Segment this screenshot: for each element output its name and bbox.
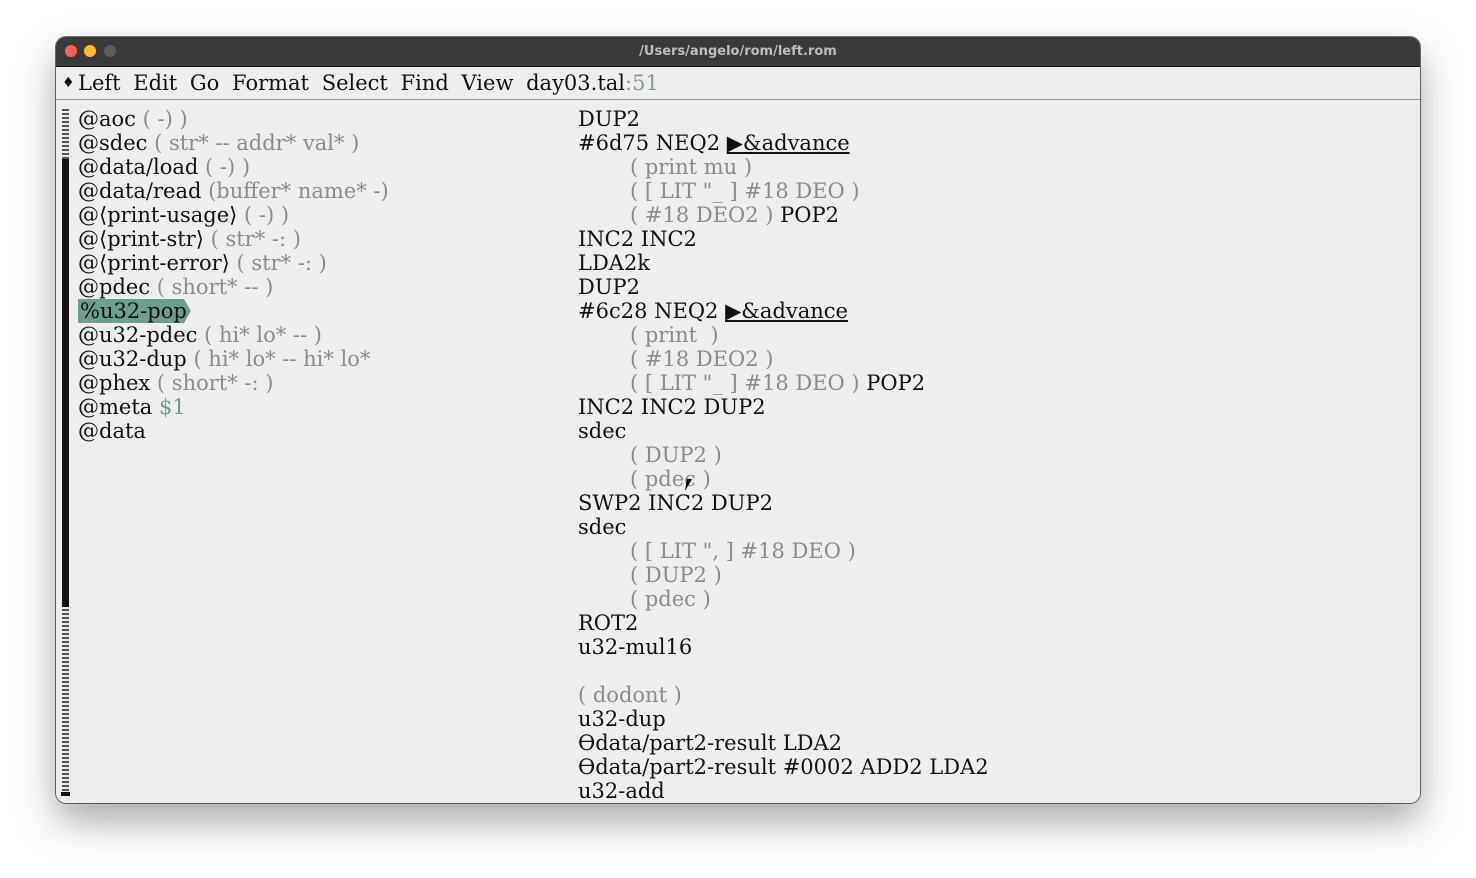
symbol-list: @aoc ( -) ) @sdec ( str* -- addr* val* )… (78, 107, 528, 443)
code-line: DUP2 (578, 275, 641, 299)
code-comment: ( [ LIT ", ] #18 DEO ) (630, 539, 856, 563)
symbol-item[interactable]: @meta $1 (78, 395, 528, 419)
code-comment: ( print ) (630, 323, 719, 347)
menu-format[interactable]: Format (232, 67, 309, 99)
code-line: u32-mul16 (578, 635, 693, 659)
code-comment: ( pdec ) (630, 467, 711, 491)
menu-view[interactable]: View (462, 67, 514, 99)
advance-link[interactable]: ▶&advance (727, 131, 850, 155)
code-line: ( [ LIT "_ ] #18 DEO ) POP2 (630, 371, 926, 395)
code-line: INC2 INC2 DUP2 (578, 395, 766, 419)
code-line: u32-dup (578, 707, 666, 731)
title-bar: /Users/angelo/rom/left.rom (56, 37, 1420, 67)
mouse-cursor-icon (684, 479, 698, 491)
code-comment: ( dodont ) (578, 683, 682, 707)
advance-link[interactable]: ▶&advance (725, 299, 848, 323)
code-comment: ( DUP2 ) (630, 443, 722, 467)
editor-window: /Users/angelo/rom/left.rom ♦ Left Edit G… (56, 37, 1420, 803)
menu-bar: ♦ Left Edit Go Format Select Find View d… (56, 67, 1420, 100)
code-line: ϴdata/part2-result LDA2 (578, 731, 843, 755)
symbol-item[interactable]: @data/load ( -) ) (78, 155, 528, 179)
symbol-item[interactable]: @⟨print-str⟩ ( str* -: ) (78, 227, 528, 251)
code-comment: ( pdec ) (630, 587, 711, 611)
menu-go[interactable]: Go (190, 67, 219, 99)
scrollbar-end-marker (61, 792, 70, 796)
code-comment: ( [ LIT "_ ] #18 DEO ) (630, 179, 860, 203)
code-line: LDA2k (578, 251, 651, 275)
code-line: ( #18 DEO2 ) POP2 (630, 203, 839, 227)
code-line: #6c28 NEQ2 ▶&advance (578, 299, 848, 323)
code-line: DUP2 (578, 107, 641, 131)
menu-edit[interactable]: Edit (133, 67, 177, 99)
code-line: ϴdata/part2-result #0002 ADD2 LDA2 (578, 755, 989, 779)
menu-find[interactable]: Find (401, 67, 449, 99)
symbol-item[interactable]: @aoc ( -) ) (78, 107, 528, 131)
code-line: sdec (578, 515, 627, 539)
symbol-item[interactable]: @data (78, 419, 528, 443)
code-line: u32-add (578, 779, 665, 803)
code-comment: ( #18 DEO2 ) (630, 347, 774, 371)
menu-left[interactable]: Left (78, 67, 121, 99)
symbol-item-selected[interactable]: %u32-pop (78, 299, 528, 323)
code-line: sdec (578, 419, 627, 443)
symbol-item[interactable]: @pdec ( short* -- ) (78, 275, 528, 299)
symbol-item[interactable]: @u32-pdec ( hi* lo* -- ) (78, 323, 528, 347)
window-title: /Users/angelo/rom/left.rom (639, 44, 837, 59)
code-line: #6d75 NEQ2 ▶&advance (578, 131, 850, 155)
diamond-icon[interactable]: ♦ (62, 67, 75, 99)
file-name[interactable]: day03.tal (526, 67, 625, 99)
code-comment: ( DUP2 ) (630, 563, 722, 587)
scrollbar-thumb[interactable] (62, 159, 69, 607)
code-line: ROT2 (578, 611, 639, 635)
symbol-item[interactable]: @⟨print-error⟩ ( str* -: ) (78, 251, 528, 275)
symbol-item[interactable]: @⟨print-usage⟩ ( -) ) (78, 203, 528, 227)
line-number: :51 (625, 71, 659, 95)
symbol-item[interactable]: @u32-dup ( hi* lo* -- hi* lo* (78, 347, 528, 371)
symbol-item[interactable]: @phex ( short* -: ) (78, 371, 528, 395)
symbol-item[interactable]: @sdec ( str* -- addr* val* ) (78, 131, 528, 155)
symbol-item[interactable]: @data/read (buffer* name* -) (78, 179, 528, 203)
code-comment: ( print mu ) (630, 155, 753, 179)
code-editor[interactable]: DUP2 #6d75 NEQ2 ▶&advance ( print mu ) (… (578, 107, 1398, 803)
menu-select[interactable]: Select (322, 67, 388, 99)
code-line: SWP2 INC2 DUP2 (578, 491, 773, 515)
code-line: INC2 INC2 (578, 227, 697, 251)
